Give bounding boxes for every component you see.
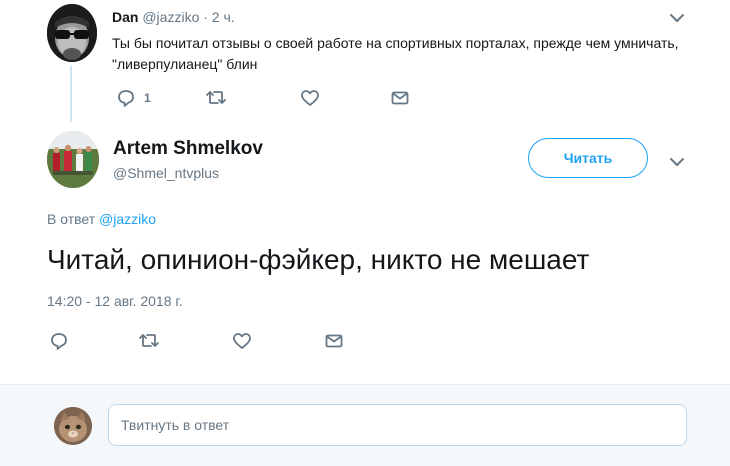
- parent-tweet[interactable]: Dan @jazziko · 2 ч. Ты бы почитал отзывы…: [0, 0, 730, 124]
- tweet-timestamp[interactable]: 14:20 - 12 авг. 2018 г.: [47, 293, 183, 309]
- reply-context: В ответ @jazziko: [47, 211, 156, 227]
- reply-to-handle-link[interactable]: @jazziko: [99, 211, 156, 227]
- tweet-time[interactable]: · 2 ч.: [203, 9, 234, 25]
- follow-button[interactable]: Читать: [528, 138, 648, 178]
- reply-composer: [0, 384, 730, 466]
- like-icon: [300, 88, 320, 108]
- retweet-icon: [205, 88, 227, 108]
- avatar-dan-image: [47, 4, 97, 62]
- reply-button[interactable]: [49, 331, 69, 351]
- reply-count: 1: [144, 91, 151, 105]
- avatar-artem-image: [47, 131, 99, 188]
- retweet-button[interactable]: [138, 331, 160, 351]
- author-name[interactable]: Artem Shmelkov: [113, 138, 263, 160]
- like-button[interactable]: [232, 331, 252, 351]
- avatar-artem[interactable]: [47, 131, 99, 188]
- author-name[interactable]: Dan: [112, 9, 138, 25]
- parent-tweet-header: Dan @jazziko · 2 ч.: [112, 9, 235, 25]
- reply-icon: [116, 88, 136, 108]
- message-icon: [324, 331, 344, 351]
- like-button[interactable]: [300, 88, 320, 108]
- main-tweet-text: Читай, опинион-фэйкер, никто не мешает: [47, 244, 590, 275]
- reply-to-prefix: В ответ: [47, 211, 96, 227]
- retweet-icon: [138, 331, 160, 351]
- current-user-avatar-image: [54, 407, 92, 445]
- reply-input[interactable]: [108, 404, 687, 446]
- chevron-down-icon[interactable]: [669, 155, 685, 167]
- message-icon: [390, 88, 410, 108]
- chevron-down-icon[interactable]: [669, 11, 685, 23]
- current-user-avatar[interactable]: [54, 407, 92, 445]
- reply-icon: [49, 331, 69, 351]
- direct-message-button[interactable]: [390, 88, 410, 108]
- like-icon: [232, 331, 252, 351]
- author-handle[interactable]: @Shmel_ntvplus: [113, 165, 219, 181]
- reply-button[interactable]: 1: [116, 88, 151, 108]
- parent-tweet-text: Ты бы почитал отзывы о своей работе на с…: [112, 35, 679, 72]
- author-handle[interactable]: @jazziko: [142, 9, 199, 25]
- retweet-button[interactable]: [205, 88, 227, 108]
- direct-message-button[interactable]: [324, 331, 344, 351]
- avatar-dan[interactable]: [47, 4, 97, 62]
